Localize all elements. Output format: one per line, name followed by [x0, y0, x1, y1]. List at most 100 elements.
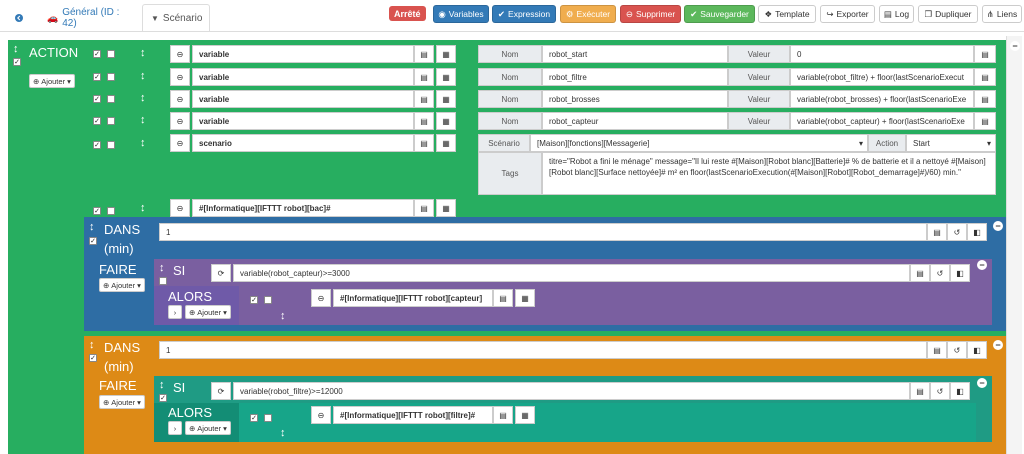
variables-button[interactable]: ◉ Variables	[433, 5, 489, 23]
table-icon[interactable]: ▦	[436, 112, 456, 130]
command-input[interactable]: #[Informatique][IFTTT robot][bac]#	[192, 199, 414, 217]
tags-textarea[interactable]: titre="Robot a fini le ménage" message="…	[542, 152, 996, 195]
dans-enable-checkbox[interactable]: ✓	[89, 237, 97, 245]
row-checkbox-2[interactable]	[107, 141, 115, 149]
action-add-dropdown[interactable]: ⊕ Ajouter ▾	[29, 74, 75, 88]
faire-add-dropdown[interactable]: ⊕ Ajouter ▾	[99, 395, 145, 409]
row-checkbox-2[interactable]	[107, 117, 115, 125]
list-icon[interactable]: ▤	[493, 406, 513, 424]
command-input[interactable]: variable	[192, 45, 414, 63]
dupliquer-button[interactable]: ❐ Dupliquer	[918, 5, 978, 23]
list-icon[interactable]: ▤	[414, 134, 434, 152]
remove-dans-icon[interactable]: −	[993, 221, 1003, 231]
command-input[interactable]: variable	[192, 112, 414, 130]
list-icon[interactable]: ▤	[910, 264, 930, 282]
dans-input[interactable]: 1	[159, 223, 927, 241]
alors-add-dropdown[interactable]: ⊕ Ajouter ▾	[185, 421, 231, 435]
row-checkbox-2[interactable]	[107, 50, 115, 58]
cube-icon[interactable]: ◧	[950, 264, 970, 282]
row-checkbox[interactable]: ✓	[93, 141, 101, 149]
table-icon[interactable]: ▦	[436, 90, 456, 108]
list-icon[interactable]: ▤	[414, 68, 434, 86]
remove-dans-icon[interactable]: −	[993, 340, 1003, 350]
remove-row-icon[interactable]: ⊖	[170, 45, 190, 63]
drag-handle-icon[interactable]: ↕	[159, 263, 165, 274]
cube-icon[interactable]: ◧	[967, 341, 987, 359]
value-input[interactable]: variable(robot_capteur) + floor(lastScen…	[790, 112, 974, 130]
row-checkbox-2[interactable]	[107, 207, 115, 215]
table-icon[interactable]: ▦	[436, 134, 456, 152]
remove-action-icon[interactable]: −	[1010, 41, 1020, 51]
command-input[interactable]: variable	[192, 68, 414, 86]
list-icon[interactable]: ▤	[974, 112, 996, 130]
table-icon[interactable]: ▦	[436, 199, 456, 217]
drag-handle-icon[interactable]: ↕	[140, 93, 146, 104]
remove-si-icon[interactable]: −	[977, 260, 987, 270]
history-icon[interactable]: ↺	[947, 223, 967, 241]
chevron-right-icon[interactable]: ›	[168, 305, 182, 319]
history-icon[interactable]: ↺	[930, 264, 950, 282]
log-button[interactable]: ▤ Log	[879, 5, 914, 23]
row-checkbox[interactable]: ✓	[93, 73, 101, 81]
drag-handle-icon[interactable]: ↕	[140, 115, 146, 126]
dans-input[interactable]: 1	[159, 341, 927, 359]
remove-si-icon[interactable]: −	[977, 378, 987, 388]
action-enable-checkbox[interactable]: ✓	[13, 58, 21, 66]
table-icon[interactable]: ▦	[515, 406, 535, 424]
command-input[interactable]: #[Informatique][IFTTT robot][capteur]	[333, 289, 493, 307]
remove-row-icon[interactable]: ⊖	[170, 134, 190, 152]
chevron-right-icon[interactable]: ›	[168, 421, 182, 435]
name-input[interactable]: robot_start	[542, 45, 728, 63]
supprimer-button[interactable]: ⊖ Supprimer	[620, 5, 681, 23]
list-icon[interactable]: ▤	[927, 341, 947, 359]
command-input[interactable]: scenario	[192, 134, 414, 152]
value-input[interactable]: 0	[790, 45, 974, 63]
liens-button[interactable]: ⋔ Liens	[982, 5, 1022, 23]
list-icon[interactable]: ▤	[974, 68, 996, 86]
back-tab[interactable]	[6, 4, 32, 32]
refresh-icon[interactable]: ⟳	[211, 264, 231, 282]
list-icon[interactable]: ▤	[414, 90, 434, 108]
row-checkbox-2[interactable]	[107, 95, 115, 103]
list-icon[interactable]: ▤	[910, 382, 930, 400]
table-icon[interactable]: ▦	[436, 68, 456, 86]
drag-handle-icon[interactable]: ↕	[280, 428, 286, 439]
history-icon[interactable]: ↺	[930, 382, 950, 400]
row-checkbox[interactable]: ✓	[93, 117, 101, 125]
alors-add-dropdown[interactable]: ⊕ Ajouter ▾	[185, 305, 231, 319]
drag-handle-icon[interactable]: ↕	[140, 203, 146, 214]
remove-row-icon[interactable]: ⊖	[170, 112, 190, 130]
list-icon[interactable]: ▤	[974, 45, 996, 63]
drag-handle-icon[interactable]: ↕	[13, 44, 19, 55]
command-input[interactable]: #[Informatique][IFTTT robot][filtre]#	[333, 406, 493, 424]
remove-row-icon[interactable]: ⊖	[311, 289, 331, 307]
value-input[interactable]: variable(robot_brosses) + floor(lastScen…	[790, 90, 974, 108]
cube-icon[interactable]: ◧	[967, 223, 987, 241]
name-input[interactable]: robot_brosses	[542, 90, 728, 108]
list-icon[interactable]: ▤	[927, 223, 947, 241]
dans-enable-checkbox[interactable]: ✓	[89, 354, 97, 362]
row-checkbox[interactable]: ✓	[93, 50, 101, 58]
list-icon[interactable]: ▤	[414, 112, 434, 130]
template-button[interactable]: ❖ Template	[758, 5, 816, 23]
row-checkbox-2[interactable]	[107, 73, 115, 81]
row-checkbox[interactable]: ✓	[250, 414, 258, 422]
list-icon[interactable]: ▤	[414, 199, 434, 217]
tab-scenario[interactable]: ▼ Scénario	[142, 4, 210, 32]
command-input[interactable]: variable	[192, 90, 414, 108]
list-icon[interactable]: ▤	[414, 45, 434, 63]
drag-handle-icon[interactable]: ↕	[89, 340, 95, 351]
drag-handle-icon[interactable]: ↕	[140, 71, 146, 82]
refresh-icon[interactable]: ⟳	[211, 382, 231, 400]
drag-handle-icon[interactable]: ↕	[89, 222, 95, 233]
condition-input[interactable]: variable(robot_filtre)>=12000	[233, 382, 910, 400]
drag-handle-icon[interactable]: ↕	[140, 48, 146, 59]
row-checkbox-2[interactable]	[264, 414, 272, 422]
cube-icon[interactable]: ◧	[950, 382, 970, 400]
drag-handle-icon[interactable]: ↕	[159, 380, 165, 391]
value-input[interactable]: variable(robot_filtre) + floor(lastScena…	[790, 68, 974, 86]
row-checkbox[interactable]: ✓	[93, 95, 101, 103]
drag-handle-icon[interactable]: ↕	[140, 138, 146, 149]
name-input[interactable]: robot_filtre	[542, 68, 728, 86]
name-input[interactable]: robot_capteur	[542, 112, 728, 130]
